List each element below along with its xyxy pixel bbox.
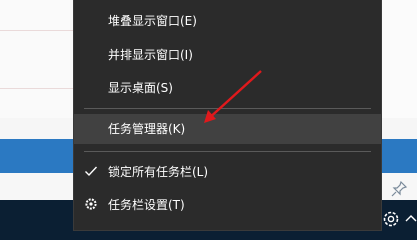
menu-item-label: 显示桌面(S) [108,81,173,95]
gear-icon[interactable] [380,208,402,230]
menu-item-taskbar-settings[interactable]: 任务栏设置(T) [74,190,381,220]
background-right-pane [381,0,417,118]
menu-item-lock-taskbars[interactable]: 锁定所有任务栏(L) [74,157,381,187]
gear-icon [85,198,97,210]
chevron-up-icon[interactable] [405,212,417,226]
divider [0,30,74,31]
divider [0,88,74,89]
menu-item-label: 堆叠显示窗口(E) [108,14,197,28]
background-left-pane [0,0,74,118]
pin-icon[interactable] [390,180,408,198]
menu-separator [84,151,371,152]
checkmark-icon [85,166,98,177]
menu-item-side-by-side-windows[interactable]: 并排显示窗口(I) [74,40,381,70]
annotation-arrow [204,70,262,123]
menu-item-label: 任务管理器(K) [108,122,186,136]
menu-item-label: 任务栏设置(T) [108,198,185,212]
menu-item-label: 并排显示窗口(I) [108,48,193,62]
menu-item-cascade-windows[interactable]: 堆叠显示窗口(E) [74,6,381,36]
menu-item-label: 锁定所有任务栏(L) [108,165,209,179]
